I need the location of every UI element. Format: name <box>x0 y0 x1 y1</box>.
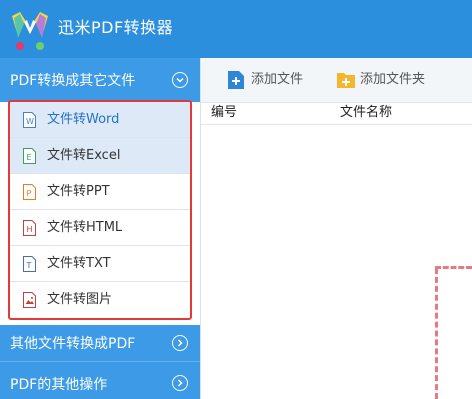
app-logo-icon <box>12 12 48 50</box>
section-pdf-other-ops[interactable]: PDF的其他操作 <box>0 362 200 399</box>
sidebar-item-label: 文件转PPT <box>47 184 110 199</box>
sidebar-item-txt[interactable]: T 文件转TXT <box>9 246 192 282</box>
add-folder-button[interactable]: 添加文件夹 <box>336 70 456 90</box>
word-file-icon: W <box>23 112 36 128</box>
drop-zone-border-left <box>435 268 438 399</box>
title-bar: 迅米PDF转换器 <box>0 0 472 58</box>
chevron-right-icon[interactable] <box>172 335 188 351</box>
txt-file-icon: T <box>23 256 36 272</box>
add-file-icon <box>228 71 244 89</box>
sidebar-item-excel[interactable]: E 文件转Excel <box>9 138 192 174</box>
column-header-filename[interactable]: 文件名称 <box>340 105 392 121</box>
add-file-button[interactable]: 添加文件 <box>227 70 337 90</box>
sidebar-item-html[interactable]: H 文件转HTML <box>9 210 192 246</box>
file-table-header: 编号 文件名称 <box>201 102 472 125</box>
chevron-right-icon[interactable] <box>172 375 188 391</box>
svg-text:W: W <box>26 117 34 126</box>
add-folder-label: 添加文件夹 <box>360 72 426 87</box>
sidebar-item-label: 文件转Word <box>47 112 120 127</box>
column-header-id[interactable]: 编号 <box>211 105 237 121</box>
sidebar-item-word[interactable]: W 文件转Word <box>9 102 192 138</box>
svg-text:E: E <box>27 153 32 162</box>
svg-text:H: H <box>27 225 33 234</box>
html-file-icon: H <box>23 220 36 236</box>
sidebar-item-image[interactable]: 文件转图片 <box>9 282 192 318</box>
svg-text:P: P <box>27 189 32 198</box>
sidebar-item-label: 文件转Excel <box>47 148 121 163</box>
section-pdf-to-other-label: PDF转换成其它文件 <box>10 73 136 89</box>
svg-text:T: T <box>26 261 32 270</box>
section-other-to-pdf[interactable]: 其他文件转换成PDF <box>0 325 200 362</box>
chevron-down-icon[interactable] <box>172 72 188 88</box>
app-title: 迅米PDF转换器 <box>58 18 174 37</box>
sidebar-item-label: 文件转TXT <box>47 256 111 271</box>
add-file-label: 添加文件 <box>251 72 304 87</box>
section-pdf-other-ops-label: PDF的其他操作 <box>10 377 108 393</box>
sidebar-item-label: 文件转图片 <box>47 292 113 307</box>
toolbar: 添加文件 添加文件夹 <box>201 58 472 103</box>
excel-file-icon: E <box>23 148 36 164</box>
image-file-icon <box>23 292 36 308</box>
sidebar-item-label: 文件转HTML <box>47 220 123 235</box>
sidebar-item-ppt[interactable]: P 文件转PPT <box>9 174 192 210</box>
section-pdf-to-other[interactable]: PDF转换成其它文件 <box>0 58 200 102</box>
ppt-file-icon: P <box>23 184 36 200</box>
add-folder-icon <box>337 73 355 88</box>
drop-zone-border-top <box>435 266 472 269</box>
section-other-to-pdf-label: 其他文件转换成PDF <box>10 336 136 352</box>
